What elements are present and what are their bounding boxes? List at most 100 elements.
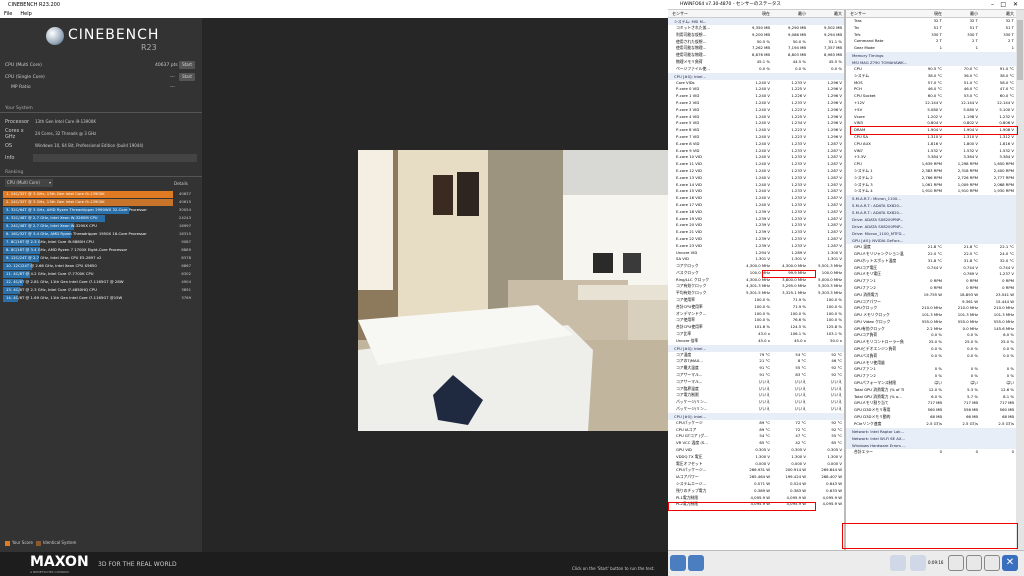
- maximize-icon[interactable]: □: [1000, 0, 1006, 10]
- sensor-row[interactable]: GPUホットスポット温度 31.8 °C 31.8 °C 32.0 °C: [846, 258, 1016, 265]
- sensor-row[interactable]: CPUパッケージ 89 °C 72 °C 92 °C: [668, 420, 844, 427]
- sensor-row[interactable]: VIN7 1.532 V 1.532 V 1.532 V: [846, 148, 1016, 155]
- header-min[interactable]: 最小: [942, 10, 978, 17]
- nav-left-icon[interactable]: [670, 555, 686, 571]
- sensor-row[interactable]: E-core 8 VID 1.240 V 1.233 V 1.287 V: [668, 141, 844, 148]
- sensor-group-header[interactable]: Drive: ADATA SX8200PNP...: [846, 223, 1016, 231]
- sensor-row[interactable]: CPUパッケージ... 266.931 W 200.914 W 269.844 W: [668, 467, 844, 474]
- sensor-group-header[interactable]: Memory Timings: [846, 51, 1016, 59]
- sensor-row[interactable]: コアサーマル... 91 °C 83 °C 92 °C: [668, 372, 844, 379]
- sensor-row[interactable]: PCH 46.0 °C 46.0 °C 47.0 °C: [846, 86, 1016, 93]
- sensor-row[interactable]: CPU 1,639 RPM 1,298 RPM 1,650 RPM: [846, 161, 1016, 168]
- sensor-row[interactable]: E-core 15 VID 1.240 V 1.233 V 1.287 V: [668, 188, 844, 195]
- ranking-row[interactable]: 9. 12C/24T @ 2.7 GHz, Intel Xeon CPU E5-…: [3, 254, 199, 262]
- sensor-row[interactable]: P-core 3 VID 1.240 V 1.223 V 1.296 V: [668, 107, 844, 114]
- sensor-row[interactable]: P-core 1 VID 1.240 V 1.226 V 1.296 V: [668, 93, 844, 100]
- header-current[interactable]: 現在: [732, 10, 770, 17]
- sensor-group-header[interactable]: MSI MAG Z790 TOMAHAWK...: [846, 58, 1016, 66]
- ranking-row[interactable]: 14. 4C/8T @ 1.69 GHz, 11th Gen Intel Cor…: [3, 294, 199, 302]
- gear-icon[interactable]: [984, 555, 1000, 571]
- scrollbar-thumb[interactable]: [1017, 20, 1023, 80]
- ranking-row[interactable]: 3. 32C/64T @ 3 GHz, AMD Ryzen Threadripp…: [3, 206, 199, 214]
- sensor-row[interactable]: E-core 19 VID 1.239 V 1.233 V 1.287 V: [668, 216, 844, 223]
- sensor-row[interactable]: GPU 消費電力 19.755 W 18.893 W 23.541 W: [846, 292, 1016, 299]
- sensor-row[interactable]: システム 3 1,061 RPM 1,009 RPM 2,068 RPM: [846, 182, 1016, 189]
- sensor-row[interactable]: E-core 16 VID 1.240 V 1.233 V 1.287 V: [668, 195, 844, 202]
- sensor-row[interactable]: P-core 5 VID 1.240 V 1.234 V 1.296 V: [668, 120, 844, 127]
- sensor-row[interactable]: PCIeリンク速度 2.5 GT/s 2.5 GT/s 2.5 GT/s: [846, 421, 1016, 428]
- sensor-group-header[interactable]: GPU [#0]: NVIDIA GeForc...: [846, 237, 1016, 245]
- sensor-row[interactable]: 使用可能な物理... 7,262 MB 7,194 MB 7,357 MB: [668, 45, 844, 52]
- ranking-row[interactable]: 13. 4C/8T @ 2.3 GHz, Intel Core i7-4850H…: [3, 286, 199, 294]
- sensor-row[interactable]: P-core 6 VID 1.240 V 1.223 V 1.296 V: [668, 127, 844, 134]
- sensor-row[interactable]: 平均有効クロック 5,301.5 MHz 3,325.1 MHz 5,303.3 MH…: [668, 290, 844, 297]
- ranking-row[interactable]: 12. 4C/8T @ 2.81 GHz, 11th Gen Intel Cor…: [3, 278, 199, 286]
- sensor-row[interactable]: E-core 9 VID 1.240 V 1.233 V 1.287 V: [668, 148, 844, 155]
- sensor-group-header[interactable]: CPU [#0]: Intel...: [668, 72, 844, 80]
- sensor-row[interactable]: P-core 7 VID 1.240 V 1.223 V 1.296 V: [668, 134, 844, 141]
- sensor-row[interactable]: システム 2 2,766 RPM 2,726 RPM 2,777 RPM: [846, 175, 1016, 182]
- report-icon[interactable]: [966, 555, 982, 571]
- sensor-row[interactable]: Vcore 1.202 V 1.198 V 1.232 V: [846, 114, 1016, 121]
- sensor-row[interactable]: Total GPU 消費電力 (% o... 6.0 % 5.7 % 8.1 %: [846, 394, 1016, 401]
- clock-icon[interactable]: [948, 555, 964, 571]
- sensor-row[interactable]: コア使用率 100.0 % 71.9 % 100.0 %: [668, 297, 844, 304]
- sensor-row[interactable]: +3.3V 3.384 V 3.384 V 3.384 V: [846, 154, 1016, 161]
- sensor-group-header[interactable]: S.M.A.R.T.: Micron_1100...: [846, 195, 1016, 203]
- sensor-pane-left[interactable]: センサー 現在 最小 最大 システム: MSI M... コミットされた仮... 9…: [668, 10, 844, 550]
- sensor-row[interactable]: E-core 22 VID 1.239 V 1.233 V 1.287 V: [668, 236, 844, 243]
- sensor-row[interactable]: Tras 32 T 32 T 32 T: [846, 18, 1016, 25]
- sensor-row[interactable]: GPUメモリジャンクション温度 22.0 °C 22.0 °C 24.0 °C: [846, 251, 1016, 258]
- sensor-row[interactable]: CPU IAコア 89 °C 72 °C 92 °C: [668, 427, 844, 434]
- ranking-select[interactable]: CPU (Multi Core) ▾: [5, 179, 53, 187]
- sensor-row[interactable]: GPUコア電圧 0.744 V 0.744 V 0.744 V: [846, 265, 1016, 272]
- sensor-group-header[interactable]: Drive: ADATA SX8200PNP...: [846, 216, 1016, 224]
- sensor-row[interactable]: コア使用率 100.0 % 76.6 % 100.0 %: [668, 317, 844, 324]
- sensor-row[interactable]: GPUメモリ割り当て 717 MB 717 MB 717 MB: [846, 400, 1016, 407]
- ranking-row[interactable]: 10. 12C/24T @ 2.66 GHz, Intel Xeon CPU X…: [3, 262, 199, 270]
- sensor-row[interactable]: 使用可能な物理... 8,876 MB 8,803 MB 8,963 MB: [668, 52, 844, 59]
- sensor-row[interactable]: GPUビデオエンジン負荷 0.0 % 0.0 % 0.0 %: [846, 346, 1016, 353]
- start-single-button[interactable]: Start: [179, 73, 195, 81]
- sensor-row[interactable]: Command Rate 2 T 2 T 2 T: [846, 38, 1016, 45]
- sensor-row[interactable]: GPUメモリ使用量: [846, 360, 1016, 367]
- sensor-row[interactable]: コア有効クロック 4,301.3 MHz 3,295.0 MHz 5,303.3 MH…: [668, 283, 844, 290]
- sensor-group-header[interactable]: S.M.A.R.T.: ADATA SX820...: [846, 202, 1016, 210]
- info-field[interactable]: [33, 154, 197, 162]
- sensor-row[interactable]: コアサーマル... いいえ いいえ いいえ: [668, 379, 844, 386]
- sensor-row[interactable]: GPU Video クロック 555.0 MHz 555.0 MHz 555.0 MH…: [846, 319, 1016, 326]
- sensor-row[interactable]: GPUバス負荷 0.0 % 0.0 % 0.0 %: [846, 353, 1016, 360]
- sensor-row[interactable]: 残りのチップ電力 0.389 W 0.383 W 0.633 W: [668, 488, 844, 495]
- sensor-row[interactable]: GPUパフォーマンス制限 はい はい はい: [846, 380, 1016, 387]
- header-sensor[interactable]: センサー: [846, 10, 904, 17]
- sensor-row[interactable]: コア温度 79 °C 54 °C 92 °C: [668, 352, 844, 359]
- close-icon[interactable]: ✕: [1013, 0, 1018, 10]
- sensor-row[interactable]: +12V 12.144 V 12.144 V 12.144 V: [846, 100, 1016, 107]
- sensor-group-header[interactable]: S.M.A.R.T.: ADATA SX820...: [846, 209, 1016, 217]
- sensor-row[interactable]: E-core 12 VID 1.240 V 1.233 V 1.287 V: [668, 168, 844, 175]
- network-icon[interactable]: [890, 555, 906, 571]
- sensor-row[interactable]: E-core 13 VID 1.240 V 1.233 V 1.287 V: [668, 175, 844, 182]
- sensor-group-header[interactable]: CPU [#0]: Intel...: [668, 412, 844, 420]
- sensor-group-header[interactable]: Windows Hardware Errors ...: [846, 441, 1016, 449]
- sensor-row[interactable]: E-core 21 VID 1.239 V 1.233 V 1.287 V: [668, 229, 844, 236]
- sensor-row[interactable]: VR VCC 温度 (S... 65 °C 42 °C 65 °C: [668, 440, 844, 447]
- sensor-row[interactable]: オンデマンドク... 100.0 % 100.0 % 100.0 %: [668, 311, 844, 318]
- sensor-row[interactable]: システム 4 1,910 RPM 1,910 RPM 1,930 RPM: [846, 188, 1016, 195]
- sensor-row[interactable]: コアのTjMAX... 21 °C 8 °C 46 °C: [668, 358, 844, 365]
- sensor-row[interactable]: CPU Socket 60.0 °C 53.0 °C 60.0 °C: [846, 93, 1016, 100]
- sensor-row[interactable]: コアクロック 4,300.0 MHz 4,300.0 MHz 5,501.3 MHz: [668, 263, 844, 270]
- sensor-row[interactable]: E-core 20 VID 1.239 V 1.233 V 1.287 V: [668, 222, 844, 229]
- sensor-row[interactable]: GPU D3Dメモリ専用 560 MB 556 MB 560 MB: [846, 407, 1016, 414]
- sensor-row[interactable]: CPU AUX 1.816 V 1.800 V 1.816 V: [846, 141, 1016, 148]
- export-icon[interactable]: [910, 555, 926, 571]
- sensor-row[interactable]: バスクロック 100.0 MHz 99.9 MHz 100.0 MHz: [668, 270, 844, 277]
- sensor-row[interactable]: 使用された仮想... 50.5 % 50.0 % 51.1 %: [668, 39, 844, 46]
- sensor-row[interactable]: GPUクロック 210.0 MHz 210.0 MHz 210.0 MHz: [846, 305, 1016, 312]
- sensor-group-header[interactable]: CPU [#0]: Intel...: [668, 344, 844, 352]
- sensor-row[interactable]: GPU D3Dメモリ動的 68 MB 66 MB 68 MB: [846, 414, 1016, 421]
- header-sensor[interactable]: センサー: [668, 10, 732, 17]
- sensor-row[interactable]: コア最大温度 91 °C 55 °C 92 °C: [668, 365, 844, 372]
- sensor-row[interactable]: コミットされた仮... 9,350 MB 9,290 MB 9,502 MB: [668, 25, 844, 32]
- sensor-row[interactable]: Ring/LLC クロック 4,300.0 MHz 3,800.0 MHz 5,000…: [668, 277, 844, 284]
